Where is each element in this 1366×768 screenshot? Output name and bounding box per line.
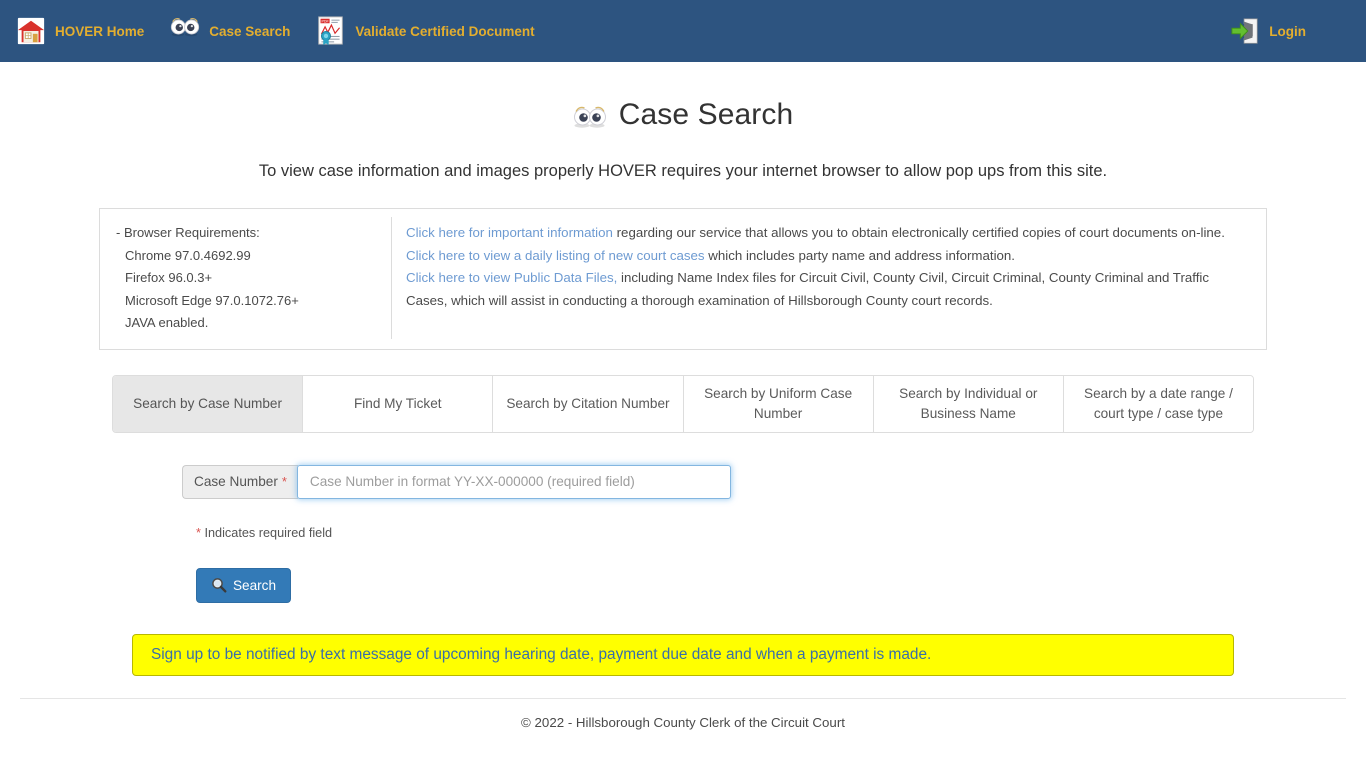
browser-requirement-edge: Microsoft Edge 97.0.1072.76+ <box>125 292 299 308</box>
footer-copyright: © 2022 - Hillsborough County Clerk of th… <box>521 714 845 730</box>
required-field-note: * Indicates required field <box>196 526 1366 540</box>
search-button[interactable]: Search <box>196 567 291 603</box>
service-note-row-3: Click here to view Public Data Files, in… <box>406 267 1252 312</box>
eyes-icon <box>573 103 607 128</box>
service-note-row-2: Click here to view a daily listing of ne… <box>406 245 1252 268</box>
nav-label-login: Login <box>1269 23 1306 39</box>
browser-requirement-firefox: Firefox 96.0.3+ <box>125 270 213 285</box>
tab-search-by-uniform-case-number[interactable]: Search by Uniform Case Number <box>683 375 874 432</box>
text-message-signup-alert: Sign up to be notified by text message o… <box>132 633 1234 676</box>
tab-search-by-date-range-court-type-case-type[interactable]: Search by a date range / court type / ca… <box>1063 375 1253 432</box>
text-message-signup-link[interactable]: Sign up to be notified by text message o… <box>151 646 931 663</box>
browser-requirements-list: - Browser Requirements: Chrome 97.0.4692… <box>100 217 392 339</box>
search-type-tabs: Search by Case Number Find My Ticket Sea… <box>112 374 1254 433</box>
nav-item-case-search[interactable]: Case Search <box>170 16 290 46</box>
nav-right-group: Login <box>1230 16 1350 46</box>
tab-search-by-citation-number[interactable]: Search by Citation Number <box>493 375 684 432</box>
house-icon <box>16 16 46 46</box>
nav-item-hover-home[interactable]: HOVER Home <box>16 16 144 46</box>
service-notes-list: Click here for important information reg… <box>392 217 1266 339</box>
nav-item-validate-certified-document[interactable]: PDF Validate Certified Document <box>316 16 535 46</box>
nav-label-hover-home: HOVER Home <box>55 23 145 39</box>
eyes-icon <box>170 16 200 46</box>
case-number-label: Case Number * <box>182 464 298 499</box>
search-button-label: Search <box>232 577 277 593</box>
case-number-search-form: Case Number * * Indicates required field… <box>0 464 1366 603</box>
tab-search-by-case-number[interactable]: Search by Case Number <box>113 375 304 432</box>
required-note-text: Indicates required field <box>200 525 333 540</box>
service-note-text-2: which includes party name and address in… <box>704 247 1016 263</box>
tab-find-my-ticket[interactable]: Find My Ticket <box>303 375 494 432</box>
browser-requirements-box: - Browser Requirements: Chrome 97.0.4692… <box>99 208 1267 350</box>
case-number-input-group: Case Number * <box>182 464 731 499</box>
pdf-certificate-icon: PDF <box>316 16 346 46</box>
top-navigation-bar: HOVER Home Case Search PDF Validate Cert… <box>0 0 1366 62</box>
link-public-data-files[interactable]: Click here to view Public Data Files, <box>406 270 617 285</box>
nav-left-group: HOVER Home Case Search PDF Validate Cert… <box>16 16 535 46</box>
link-important-information[interactable]: Click here for important information <box>406 225 613 240</box>
page-title: Case Search <box>0 98 1366 132</box>
link-daily-listing-new-cases[interactable]: Click here to view a daily listing of ne… <box>406 248 705 263</box>
nav-label-case-search: Case Search <box>209 23 291 39</box>
case-number-input[interactable] <box>296 464 731 499</box>
nav-item-login[interactable]: Login <box>1230 16 1306 46</box>
popup-requirement-notice: To view case information and images prop… <box>258 162 1108 180</box>
nav-label-validate-certified-document: Validate Certified Document <box>355 23 535 39</box>
service-note-text-1: regarding our service that allows you to… <box>612 225 1225 240</box>
main-content: Case Search To view case information and… <box>0 98 1366 730</box>
service-note-row-1: Click here for important information reg… <box>406 222 1252 245</box>
browser-requirement-chrome: Chrome 97.0.4692.99 <box>125 247 251 263</box>
svg-text:PDF: PDF <box>322 20 330 24</box>
browser-requirements-heading: - Browser Requirements: <box>116 225 260 240</box>
browser-requirement-java: JAVA enabled. <box>125 315 209 330</box>
magnifying-glass-icon <box>211 577 227 593</box>
page-title-text: Case Search <box>618 98 794 131</box>
tab-search-by-individual-or-business-name[interactable]: Search by Individual or Business Name <box>873 375 1064 432</box>
required-asterisk: * <box>281 474 287 489</box>
case-number-label-text: Case Number <box>194 474 278 489</box>
login-arrow-icon <box>1230 16 1260 46</box>
